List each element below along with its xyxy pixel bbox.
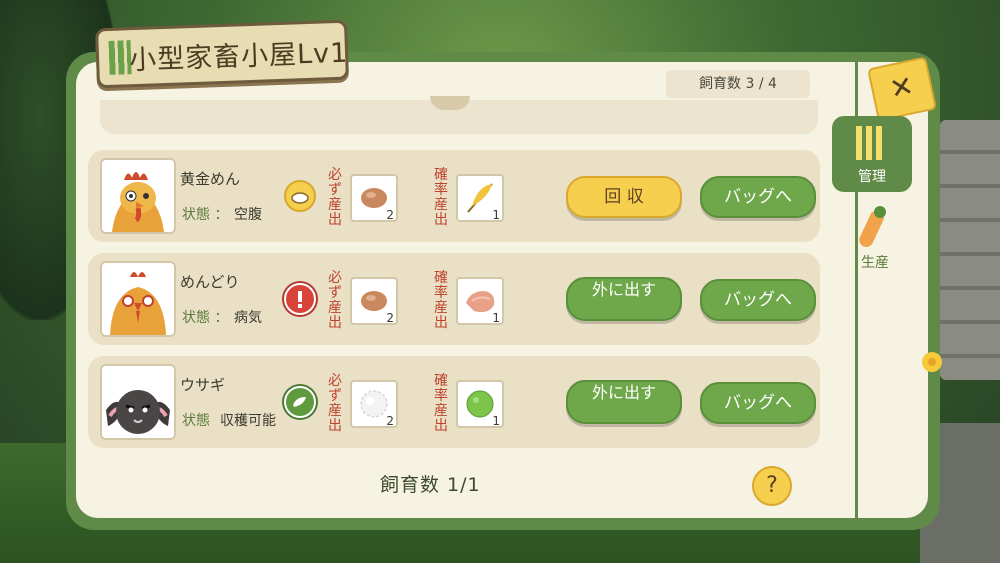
- collect-button[interactable]: 回 収: [566, 176, 682, 218]
- send-to-bag-button[interactable]: バッグへ: [700, 279, 816, 321]
- tab-produce-label: 生産: [861, 255, 889, 271]
- flower-decoration: [914, 348, 950, 378]
- rabbit-avatar: [100, 364, 176, 440]
- guaranteed-output-label: 必ず産出: [328, 373, 342, 434]
- carrot-leaf-icon: [874, 206, 886, 218]
- send-to-bag-label: バッグへ: [724, 187, 792, 207]
- fence-icon: [856, 126, 886, 160]
- animal-name: 黄金めん: [180, 170, 241, 188]
- release-button[interactable]: 外に出す: [566, 380, 682, 424]
- status-value: 病気: [234, 310, 262, 326]
- chance-output-label: 確率産出: [434, 167, 448, 228]
- guaranteed-output-label: 必ず産出: [328, 270, 342, 331]
- status-label: 状態 ：: [182, 310, 229, 326]
- item-quantity: 2: [386, 414, 394, 428]
- item-quantity: 1: [492, 414, 500, 428]
- send-to-bag-label: バッグへ: [724, 393, 792, 413]
- animal-row[interactable]: めんどり 状態 ： 病気 必ず産出 2 確率産出 1 外に出す バッグへ: [88, 253, 820, 345]
- item-quantity: 2: [386, 311, 394, 325]
- chance-output-label: 確率産出: [434, 373, 448, 434]
- chance-output-label: 確率産出: [434, 270, 448, 331]
- tab-manage[interactable]: 管理: [832, 116, 912, 192]
- send-to-bag-button[interactable]: バッグへ: [700, 176, 816, 218]
- page-title: 小型家畜小屋Lv1: [128, 37, 349, 77]
- tab-manage-label: 管理: [858, 169, 886, 185]
- tab-produce[interactable]: 生産: [840, 206, 910, 276]
- title-sign: 小型家畜小屋Lv1: [95, 19, 349, 89]
- guaranteed-item-slot[interactable]: 2: [350, 277, 398, 325]
- animal-name: ウサギ: [180, 376, 226, 394]
- animal-row[interactable]: 黄金めん 状態 ： 空腹 必ず産出 2 確率産出 1 回 収 バッグへ: [88, 150, 820, 242]
- animal-name: めんどり: [180, 273, 240, 291]
- item-quantity: 1: [492, 208, 500, 222]
- close-icon: ✕: [886, 68, 917, 107]
- item-quantity: 1: [492, 311, 500, 325]
- release-button-label: 外に出す: [591, 383, 656, 402]
- send-to-bag-button[interactable]: バッグへ: [700, 382, 816, 424]
- hen-avatar: [100, 261, 176, 337]
- status-label: 状態 ：: [182, 207, 229, 223]
- guaranteed-output-label: 必ず産出: [328, 167, 342, 228]
- harvest-ready-icon: [284, 386, 316, 418]
- food-bowl-icon: [284, 180, 316, 212]
- status-label: 状態: [182, 413, 210, 429]
- warning-icon: [284, 283, 316, 315]
- animal-row[interactable]: ウサギ 状態 収穫可能 必ず産出 2 確率産出 1 外に出す バッグへ: [88, 356, 820, 448]
- capacity-counter-top: 飼育数 3 / 4: [666, 70, 810, 98]
- guaranteed-item-slot[interactable]: 2: [350, 174, 398, 222]
- capacity-counter-bottom: 飼育数 1/1: [380, 474, 481, 496]
- guaranteed-item-slot[interactable]: 2: [350, 380, 398, 428]
- background-rock-wall: [940, 120, 1000, 380]
- item-quantity: 2: [386, 208, 394, 222]
- status-value: 収穫可能: [220, 413, 276, 429]
- release-button-label: 外に出す: [591, 280, 656, 299]
- collect-button-label: 回 収: [604, 187, 644, 207]
- help-button[interactable]: ?: [752, 466, 792, 506]
- send-to-bag-label: バッグへ: [724, 290, 792, 310]
- release-button[interactable]: 外に出す: [566, 277, 682, 321]
- chance-item-slot[interactable]: 1: [456, 277, 504, 325]
- status-value: 空腹: [234, 207, 262, 223]
- golden-chicken-avatar: [100, 158, 176, 234]
- chance-item-slot[interactable]: 1: [456, 380, 504, 428]
- chance-item-slot[interactable]: 1: [456, 174, 504, 222]
